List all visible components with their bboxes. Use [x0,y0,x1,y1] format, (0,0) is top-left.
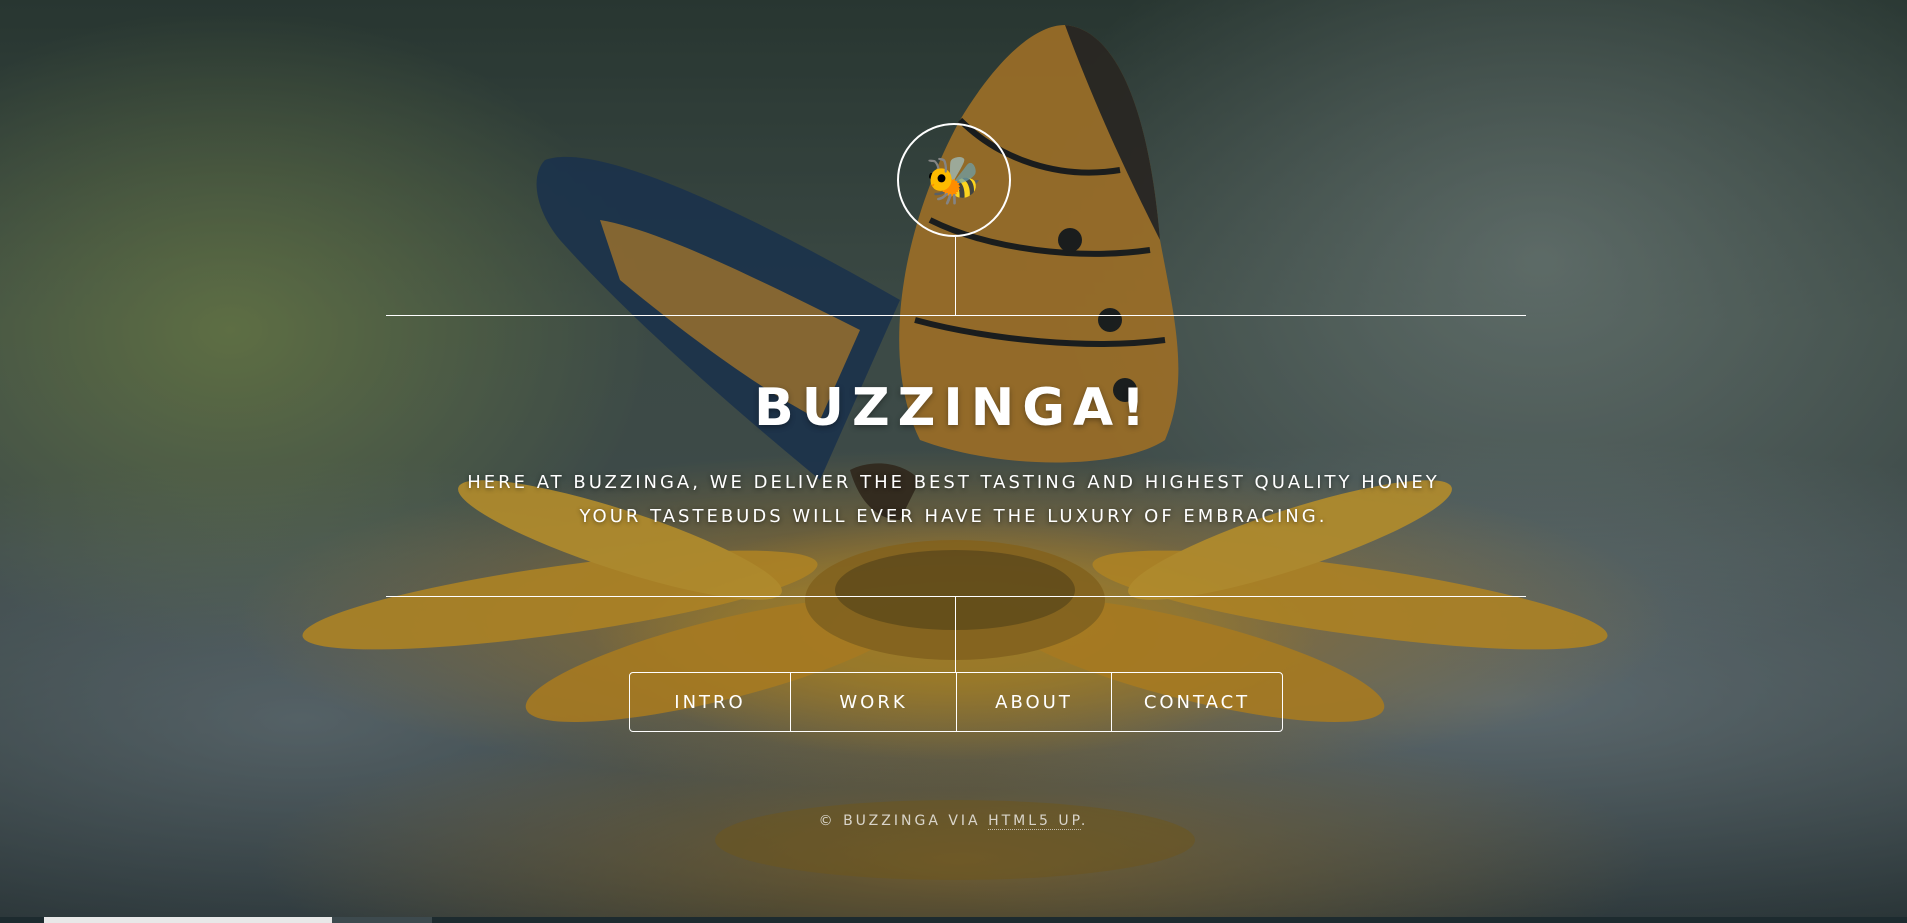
tagline-line-2: YOUR TASTEBUDS WILL EVER HAVE THE LUXURY… [579,506,1328,527]
divider-line-bottom [386,596,1526,597]
logo: 🐝 [897,123,1011,237]
divider-line-top-vertical [955,237,956,315]
divider-line-top [386,315,1526,316]
divider-line-bottom-vertical [955,596,956,672]
header: 🐝 BUZZINGA! HERE AT BUZZINGA, WE DELIVER… [0,0,1907,923]
footer-end: . [1080,813,1089,829]
footer-credit-link[interactable]: HTML5 UP [988,813,1081,830]
nav-item-about[interactable]: ABOUT [956,673,1111,731]
horizontal-scrollbar[interactable] [0,917,1907,923]
site-title: BUZZINGA! [754,378,1153,438]
nav-item-work[interactable]: WORK [790,673,956,731]
nav-item-intro[interactable]: INTRO [630,673,790,731]
scrollbar-thumb[interactable] [44,917,332,923]
site-tagline: HERE AT BUZZINGA, WE DELIVER THE BEST TA… [410,466,1497,534]
bee-icon: 🐝 [925,152,983,207]
scrollbar-track [332,917,432,923]
nav-item-contact[interactable]: CONTACT [1111,673,1282,731]
footer: © BUZZINGA VIA HTML5 UP. [0,813,1907,830]
footer-copyright: © BUZZINGA VIA [818,813,989,829]
main-nav: INTRO WORK ABOUT CONTACT [629,672,1283,732]
tagline-line-1: HERE AT BUZZINGA, WE DELIVER THE BEST TA… [467,472,1440,493]
